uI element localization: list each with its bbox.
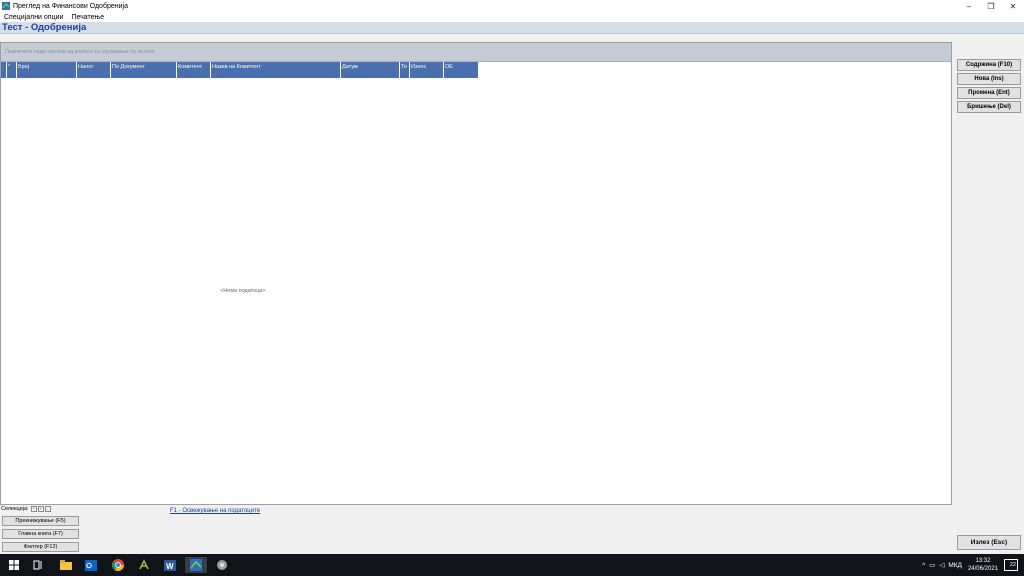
network-icon[interactable]: ▭ — [929, 561, 935, 569]
selection-label: Селекција: — [1, 506, 29, 512]
window-titlebar: Преглед на Финансови Одобренија – ❐ ✕ — [0, 0, 1024, 12]
app-icon[interactable] — [136, 557, 152, 573]
chrome-icon[interactable] — [110, 557, 126, 573]
data-grid: Повлечете овде наслов од колона за групи… — [0, 42, 952, 505]
column-header-date[interactable]: Датум — [341, 62, 400, 78]
word-icon[interactable]: W — [162, 557, 178, 573]
chevron-up-icon[interactable]: ^ — [922, 562, 925, 569]
column-header-order[interactable]: Налог — [77, 62, 111, 78]
notification-count: 22 — [1009, 562, 1016, 568]
window-title: Преглед на Финансови Одобренија — [13, 2, 128, 10]
column-header-client-name[interactable]: Назив на Комитент — [211, 62, 341, 78]
file-explorer-icon[interactable] — [58, 557, 74, 573]
menu-print[interactable]: Печатење — [67, 14, 108, 21]
page-title: Тест - Одобренија — [2, 22, 87, 33]
system-tray: ^ ▭ ◁ МКД 13:32 24/06/2021 22 — [922, 554, 1024, 576]
select-all-checkbox[interactable]: * — [30, 506, 37, 512]
column-header-amount[interactable]: Износ — [410, 62, 444, 78]
column-header-row: * Број Налог По Документ Комитент Назив … — [1, 62, 479, 78]
column-header-account[interactable]: Те рк — [400, 62, 410, 78]
edit-button[interactable]: Промена (Ent) — [957, 87, 1021, 99]
delete-button[interactable]: Бришење (Del) — [957, 101, 1021, 113]
group-hint: Повлечете овде наслов од колона за групи… — [5, 49, 155, 55]
outlook-icon[interactable] — [83, 557, 99, 573]
menu-bar: Специјални опции Печатење — [0, 12, 1024, 22]
rebook-button[interactable]: Прекнижување (F5) — [2, 516, 79, 526]
windows-start-icon[interactable] — [6, 557, 22, 573]
menu-special-options[interactable]: Специјални опции — [0, 14, 67, 21]
language-indicator[interactable]: МКД — [948, 562, 962, 569]
content-button[interactable]: Содржина (F10) — [957, 59, 1021, 71]
column-header-document[interactable]: По Документ — [111, 62, 177, 78]
new-button[interactable]: Нова (Ins) — [957, 73, 1021, 85]
exit-button[interactable]: Излез (Esc) — [957, 535, 1021, 550]
app-logo-icon — [2, 2, 10, 10]
close-button[interactable]: ✕ — [1002, 0, 1024, 12]
select-add-checkbox[interactable]: + — [37, 506, 44, 512]
refresh-link[interactable]: F1 - Освежување на податоците — [170, 508, 260, 514]
clock[interactable]: 13:32 24/06/2021 — [968, 557, 998, 573]
task-view-icon[interactable] — [30, 557, 46, 573]
empty-grid-message: <Нема податоци> — [220, 288, 266, 294]
selection-controls: Селекција: * + - — [1, 505, 51, 513]
svg-text:W: W — [166, 562, 174, 571]
finance-app-icon[interactable] — [185, 557, 207, 573]
group-by-panel[interactable]: Повлечете овде наслов од колона за групи… — [1, 43, 951, 62]
clock-time: 13:32 — [975, 558, 991, 564]
general-ledger-button[interactable]: Главна книга (F7) — [2, 529, 79, 539]
taskbar: W ^ ▭ ◁ МКД 13:32 24/06/2021 22 — [0, 554, 1024, 576]
form-header: Тест - Одобренија — [0, 22, 1024, 34]
column-header-star[interactable]: * — [7, 62, 17, 78]
minimize-button[interactable]: – — [958, 0, 980, 12]
misc-app-icon[interactable] — [214, 557, 230, 573]
volume-icon[interactable]: ◁ — [939, 561, 944, 569]
column-header-client[interactable]: Комитент — [177, 62, 211, 78]
notification-icon[interactable]: 22 — [1004, 559, 1018, 571]
column-header-number[interactable]: Број — [17, 62, 77, 78]
restore-button[interactable]: ❐ — [980, 0, 1002, 12]
column-header-oe[interactable]: ОЕ — [444, 62, 479, 78]
clock-date: 24/06/2021 — [967, 566, 998, 572]
filter-button[interactable]: Филтер (F12) — [2, 542, 79, 552]
select-remove-checkbox[interactable]: - — [44, 506, 51, 512]
